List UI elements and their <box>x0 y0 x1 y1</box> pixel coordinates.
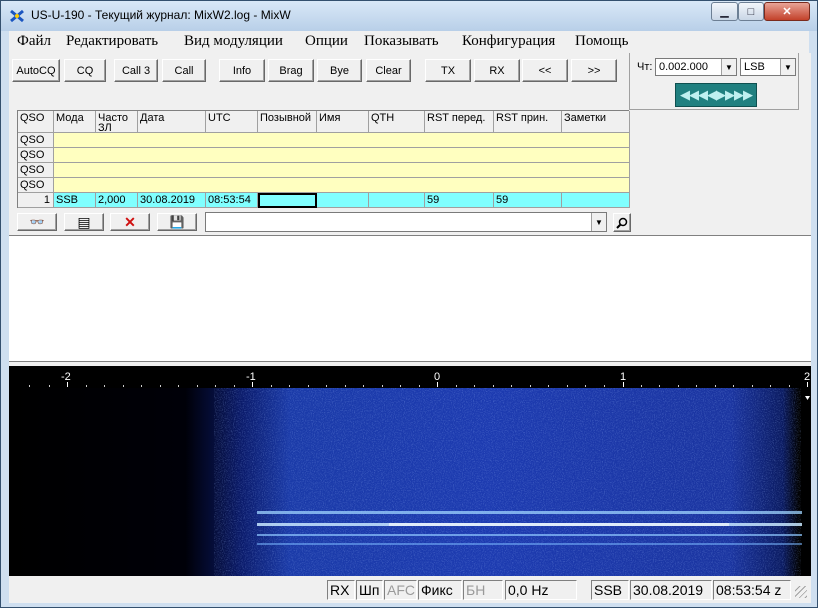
status-afc[interactable]: AFC <box>384 580 417 600</box>
menu-edit[interactable]: Редактировать <box>66 33 158 50</box>
log-table: QSO Мода Часто ЗЛ Дата UTC Позывной Имя … <box>17 110 630 208</box>
col-header-date[interactable]: Дата <box>138 111 206 133</box>
status-fix[interactable]: Фикс <box>418 580 462 600</box>
tx-button[interactable]: TX <box>425 59 471 82</box>
scale-label: 0 <box>434 371 440 383</box>
minimize-button[interactable]: ▁ <box>711 2 738 21</box>
menu-view[interactable]: Показывать <box>364 33 439 50</box>
autocq-button[interactable]: AutoCQ <box>12 59 60 82</box>
row-label: QSO <box>18 163 54 178</box>
cq-button[interactable]: CQ <box>64 59 106 82</box>
col-header-qth[interactable]: QTH <box>369 111 425 133</box>
rx-button[interactable]: RX <box>474 59 520 82</box>
freq-dropdown-icon[interactable]: ▼ <box>721 59 736 75</box>
current-qth-cell[interactable] <box>369 193 425 208</box>
qso-search-combo[interactable]: ▼ <box>205 212 607 232</box>
status-offset: 0,0 Hz <box>505 580 577 600</box>
scale-label: -1 <box>246 371 256 383</box>
status-shp[interactable]: Шп <box>356 580 383 600</box>
freq-label: Чт: <box>637 61 653 73</box>
menu-bar: Файл Редактировать Вид модуляции Опции П… <box>9 31 809 53</box>
col-header-rst-rcvd[interactable]: RST прин. <box>494 111 562 133</box>
col-header-notes[interactable]: Заметки <box>562 111 630 133</box>
current-rst-sent-cell[interactable]: 59 <box>425 193 494 208</box>
table-row[interactable] <box>54 178 630 193</box>
scale-label: 2 <box>804 371 810 383</box>
call-button[interactable]: Call <box>162 59 206 82</box>
mode-value: LSB <box>744 61 765 73</box>
current-row-num: 1 <box>18 193 54 208</box>
current-freq-cell[interactable]: 2,000 <box>96 193 138 208</box>
list-icon[interactable]: ▤ <box>64 213 104 231</box>
tune-arrows-icon[interactable]: ◀◀◀◀▶▶▶▶ <box>675 83 757 107</box>
title-bar: US-U-190 - Текущий журнал: MixW2.log - M… <box>1 1 817 31</box>
status-mode[interactable]: SSB <box>591 580 629 600</box>
scale-label: 1 <box>620 371 626 383</box>
status-date: 30.08.2019 <box>630 580 712 600</box>
bye-button[interactable]: Bye <box>317 59 362 82</box>
next-button[interactable]: >> <box>571 59 617 82</box>
clear-button[interactable]: Clear <box>366 59 411 82</box>
menu-help[interactable]: Помощь <box>575 33 628 50</box>
current-rst-rcvd-cell[interactable]: 59 <box>494 193 562 208</box>
info-button[interactable]: Info <box>219 59 265 82</box>
glasses-icon[interactable]: 👓 <box>17 213 57 231</box>
panel-divider <box>629 53 630 109</box>
menu-file[interactable]: Файл <box>17 33 51 50</box>
table-row[interactable] <box>54 133 630 148</box>
waterfall-display[interactable]: -2 -1 0 1 2 <box>9 366 811 576</box>
col-header-utc[interactable]: UTC <box>206 111 258 133</box>
panel-divider-right <box>798 53 799 109</box>
close-button[interactable]: ✕ <box>764 2 810 21</box>
mixw-app-icon <box>10 9 24 23</box>
freq-value: 0.002.000 <box>659 61 708 73</box>
menu-mode[interactable]: Вид модуляции <box>184 33 283 50</box>
row-label: QSO <box>18 148 54 163</box>
status-bn[interactable]: БН <box>463 580 503 600</box>
delete-icon[interactable]: ✕ <box>110 213 150 231</box>
save-icon[interactable]: 💾 <box>157 213 197 231</box>
menu-config[interactable]: Конфигурация <box>462 33 555 50</box>
row-label: QSO <box>18 178 54 193</box>
current-date-cell[interactable]: 30.08.2019 <box>138 193 206 208</box>
status-time: 08:53:54 z <box>713 580 791 600</box>
col-header-freq-sub: ЗЛ <box>98 122 112 133</box>
row-label: QSO <box>18 133 54 148</box>
current-mode-cell[interactable]: SSB <box>54 193 96 208</box>
scale-label: -2 <box>61 371 71 383</box>
col-header-mode[interactable]: Мода <box>54 111 96 133</box>
brag-button[interactable]: Brag <box>268 59 314 82</box>
magnifier-icon <box>616 217 628 229</box>
panel-bottom-line <box>629 109 799 110</box>
current-utc-cell[interactable]: 08:53:54 <box>206 193 258 208</box>
freq-combo[interactable]: 0.002.000 ▼ <box>655 58 737 76</box>
mode-combo[interactable]: LSB ▼ <box>740 58 796 76</box>
col-header-freq[interactable]: Часто ЗЛ <box>96 111 138 133</box>
qso-search-dropdown-icon[interactable]: ▼ <box>591 213 606 231</box>
maximize-button[interactable]: □ <box>738 2 764 21</box>
table-row[interactable] <box>54 163 630 178</box>
rx-text-area[interactable] <box>9 235 811 362</box>
waterfall-graphic: -2 -1 0 1 2 <box>9 366 811 576</box>
col-header-qso[interactable]: QSO <box>18 111 54 133</box>
col-header-rst-sent[interactable]: RST перед. <box>425 111 494 133</box>
status-bar: RX Шп AFC Фикс БН 0,0 Hz SSB 30.08.2019 … <box>9 577 811 603</box>
search-icon[interactable] <box>613 213 631 232</box>
resize-grip-icon[interactable] <box>795 586 807 598</box>
mode-dropdown-icon[interactable]: ▼ <box>780 59 795 75</box>
window-title: US-U-190 - Текущий журнал: MixW2.log - M… <box>31 8 291 22</box>
client-area: AutoCQ CQ Call 3 Call Info Brag Bye Clea… <box>9 53 811 603</box>
callsign-input[interactable] <box>258 193 317 208</box>
col-header-call[interactable]: Позывной <box>258 111 317 133</box>
table-row[interactable] <box>54 148 630 163</box>
col-header-name[interactable]: Имя <box>317 111 369 133</box>
app-window: US-U-190 - Текущий журнал: MixW2.log - M… <box>0 0 818 608</box>
prev-button[interactable]: << <box>522 59 568 82</box>
menu-options[interactable]: Опции <box>305 33 348 50</box>
current-name-cell[interactable] <box>317 193 369 208</box>
call3-button[interactable]: Call 3 <box>114 59 158 82</box>
status-rx[interactable]: RX <box>327 580 355 600</box>
current-notes-cell[interactable] <box>562 193 630 208</box>
